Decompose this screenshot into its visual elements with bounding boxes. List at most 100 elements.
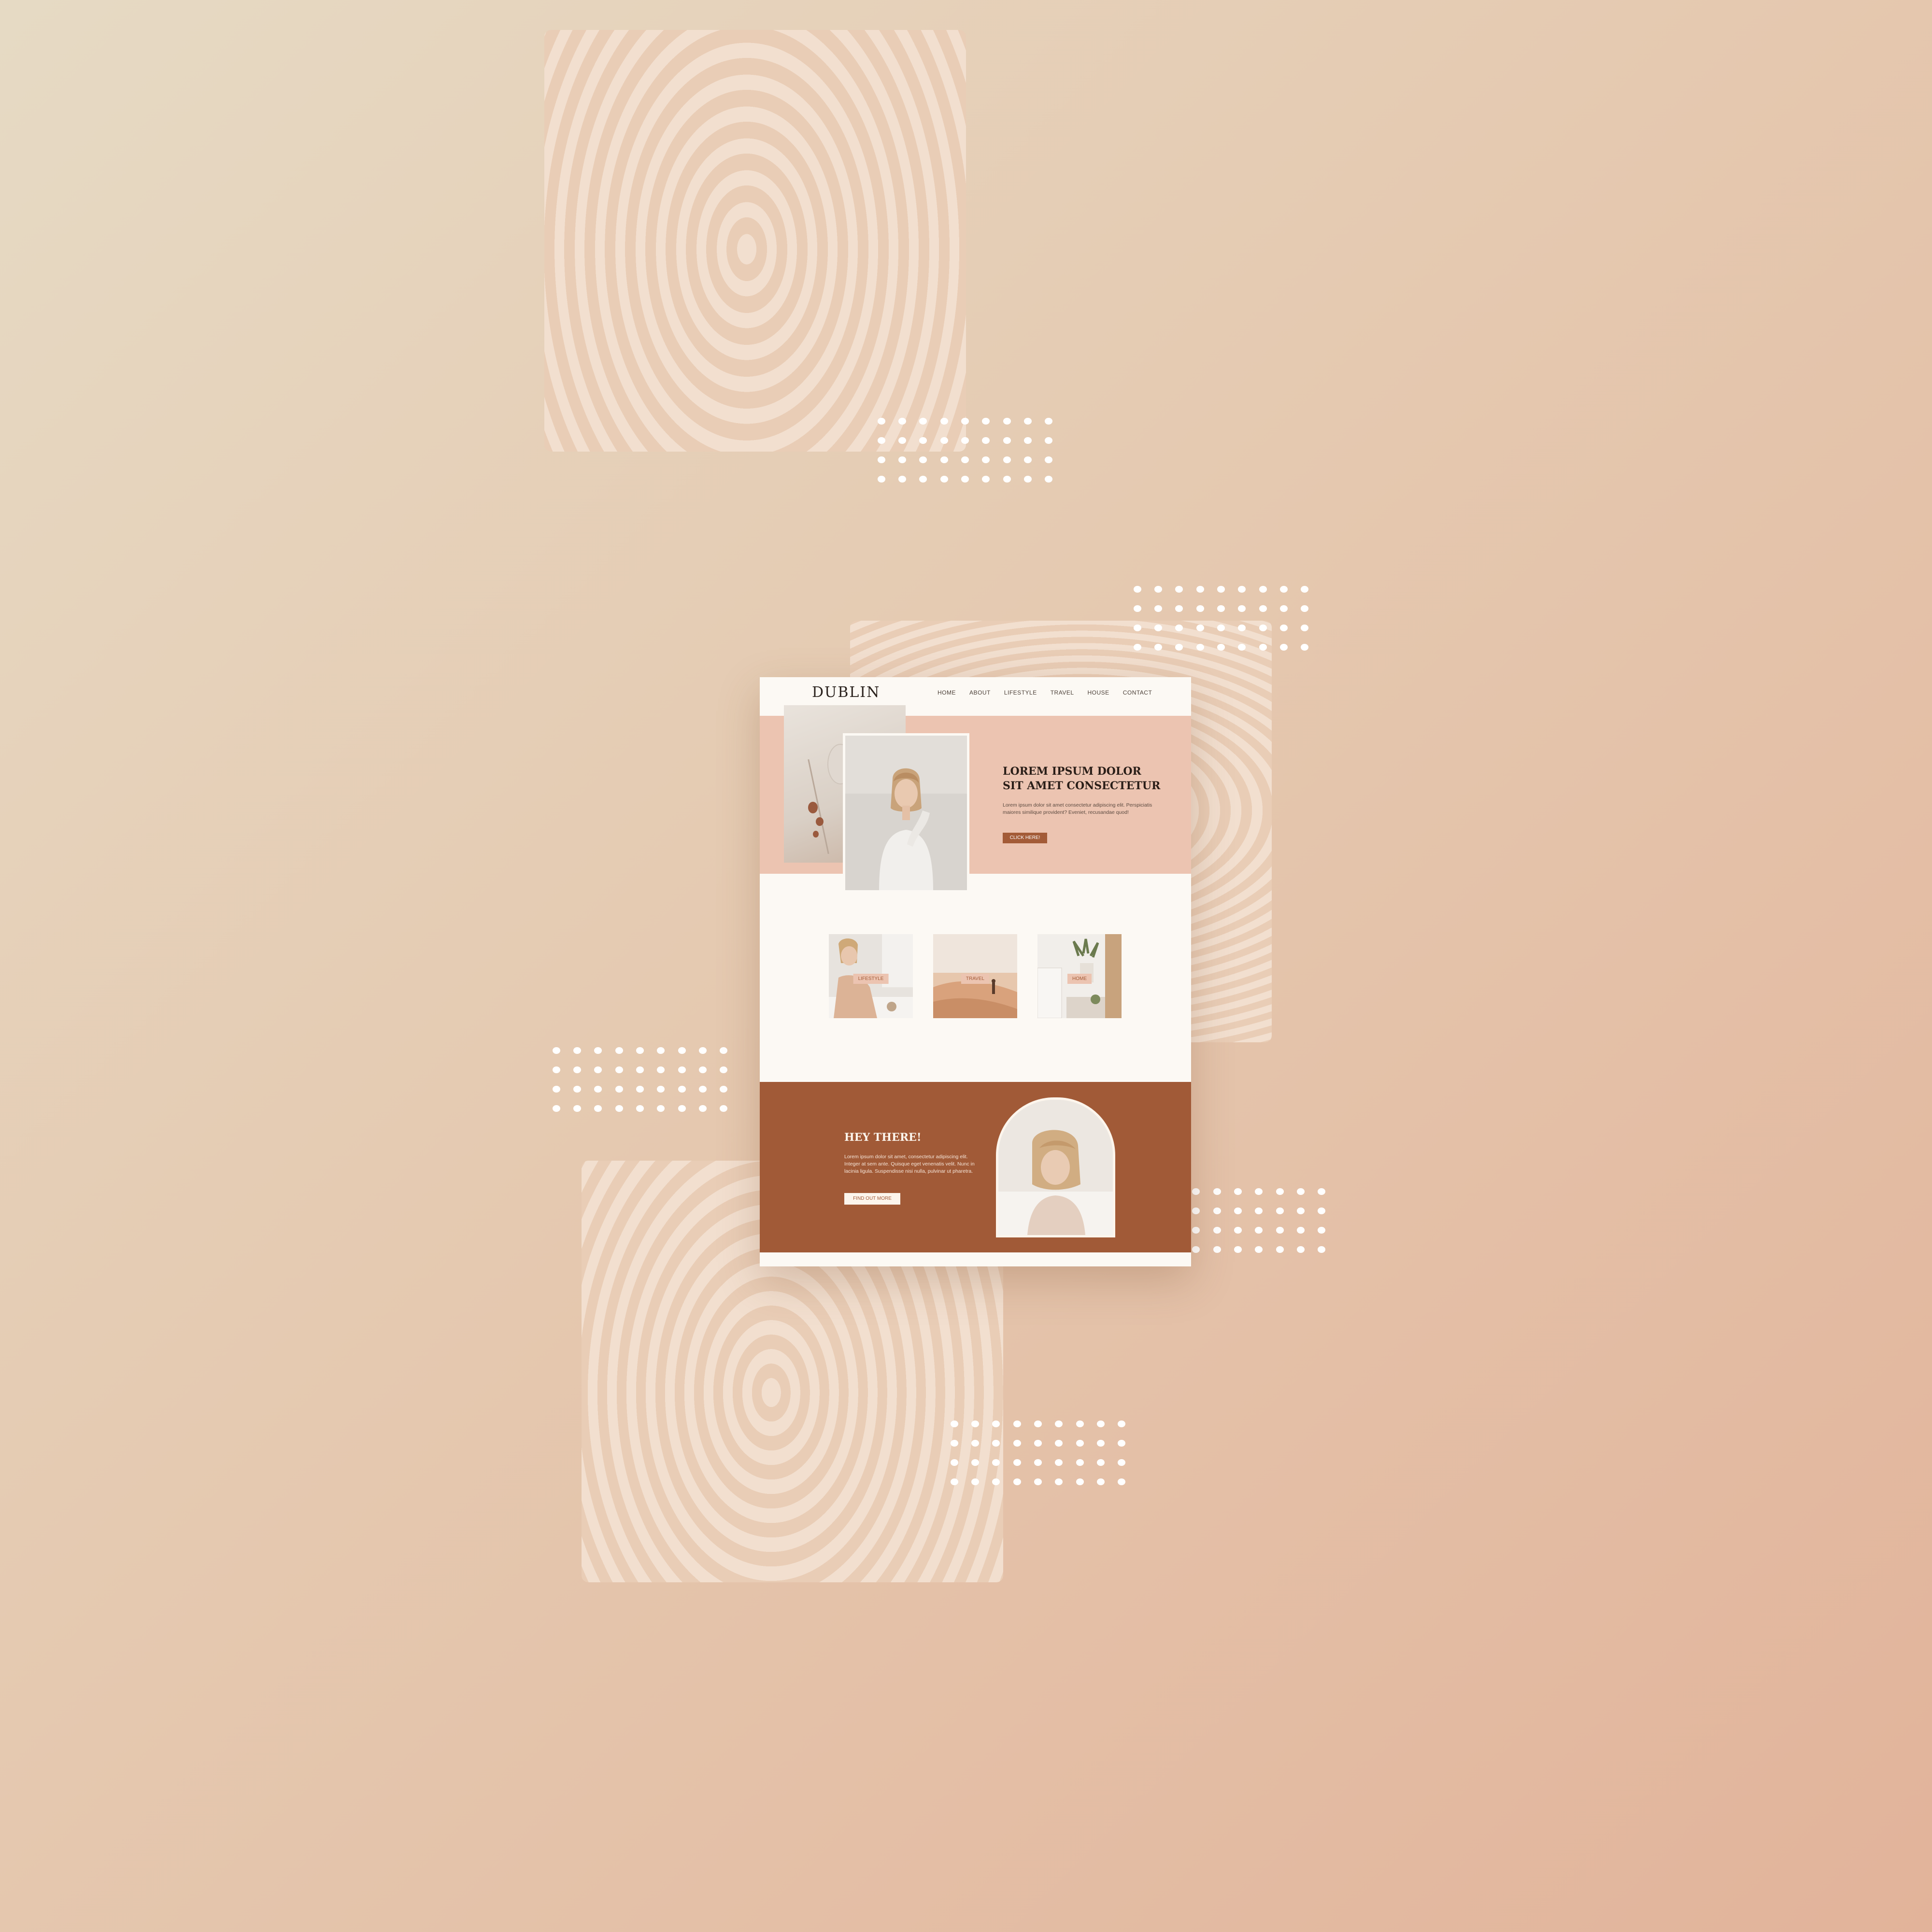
- dot: [877, 418, 885, 425]
- dot: [1259, 625, 1267, 631]
- dot: [1196, 625, 1204, 631]
- dot: [1279, 625, 1288, 631]
- dot: [1276, 1246, 1284, 1253]
- dot: [1213, 1208, 1221, 1214]
- dot-grid-3: [546, 1041, 734, 1118]
- dot: [1192, 1188, 1200, 1195]
- dot: [982, 437, 990, 444]
- dot: [1296, 1188, 1305, 1195]
- dot: [573, 1105, 581, 1112]
- dot: [1217, 605, 1225, 612]
- dot: [1259, 586, 1267, 593]
- dot: [1196, 605, 1204, 612]
- category-label-home[interactable]: HOME: [1067, 974, 1092, 984]
- nav-about[interactable]: ABOUT: [969, 689, 991, 696]
- dot: [919, 437, 927, 444]
- dot: [1003, 437, 1011, 444]
- dot: [1096, 1440, 1105, 1447]
- dot: [940, 418, 948, 425]
- nav-links: HOME ABOUT LIFESTYLE TRAVEL HOUSE CONTAC…: [938, 689, 1152, 696]
- dot: [1023, 456, 1032, 463]
- dot: [657, 1105, 665, 1112]
- dot: [1034, 1478, 1042, 1485]
- nav-travel[interactable]: TRAVEL: [1051, 689, 1074, 696]
- dot-grid-1: [871, 412, 1059, 489]
- dot: [1034, 1459, 1042, 1466]
- site-logo[interactable]: DUBLIN: [812, 684, 880, 701]
- dot: [950, 1440, 958, 1447]
- dot: [698, 1047, 707, 1054]
- dot: [552, 1105, 560, 1112]
- dot: [961, 456, 969, 463]
- dot: [1234, 1208, 1242, 1214]
- dot: [636, 1086, 644, 1093]
- nav-lifestyle[interactable]: LIFESTYLE: [1004, 689, 1037, 696]
- dot: [1013, 1459, 1021, 1466]
- hero-heading: LOREM IPSUM DOLOR SIT AMET CONSECTETUR: [1003, 765, 1161, 792]
- dot: [877, 456, 885, 463]
- category-label-travel[interactable]: TRAVEL: [961, 974, 990, 984]
- nav-home[interactable]: HOME: [938, 689, 956, 696]
- dot: [1133, 586, 1141, 593]
- dot: [1154, 586, 1162, 593]
- dot: [1296, 1208, 1305, 1214]
- dot: [1196, 644, 1204, 651]
- woman-arch-illustration: [998, 1100, 1113, 1235]
- dot: [615, 1047, 623, 1054]
- category-home-tile[interactable]: HOME: [1037, 934, 1122, 1018]
- category-travel-tile[interactable]: TRAVEL: [933, 934, 1017, 1018]
- dot: [573, 1047, 581, 1054]
- dot: [1238, 644, 1246, 651]
- dot: [877, 437, 885, 444]
- dot: [552, 1086, 560, 1093]
- dot: [971, 1478, 979, 1485]
- dot: [615, 1105, 623, 1112]
- dot: [1013, 1478, 1021, 1485]
- dot: [1154, 644, 1162, 651]
- dot: [898, 418, 906, 425]
- about-section: HEY THERE! Lorem ipsum dolor sit amet, c…: [760, 1082, 1191, 1252]
- dot: [1192, 1246, 1200, 1253]
- dot: [1296, 1227, 1305, 1234]
- dot: [594, 1047, 602, 1054]
- dot: [1023, 437, 1032, 444]
- dot: [720, 1066, 728, 1073]
- nav-contact[interactable]: CONTACT: [1123, 689, 1152, 696]
- dot: [1217, 586, 1225, 593]
- dot: [1118, 1459, 1126, 1466]
- dot: [1217, 625, 1225, 631]
- dot: [720, 1105, 728, 1112]
- woman-portrait-illustration: [845, 736, 967, 890]
- dot: [1175, 644, 1183, 651]
- dot-grid-5: [944, 1414, 1132, 1492]
- dot: [1234, 1246, 1242, 1253]
- dot: [1217, 644, 1225, 651]
- find-out-more-button[interactable]: FIND OUT MORE: [844, 1193, 900, 1205]
- dot: [1213, 1227, 1221, 1234]
- click-here-button[interactable]: CLICK HERE!: [1003, 833, 1047, 843]
- dot: [950, 1478, 958, 1485]
- nav-house[interactable]: HOUSE: [1088, 689, 1109, 696]
- dot: [898, 456, 906, 463]
- dot: [961, 437, 969, 444]
- dot: [573, 1066, 581, 1073]
- dot: [1296, 1246, 1305, 1253]
- dot: [898, 476, 906, 483]
- dot: [898, 437, 906, 444]
- dot: [1055, 1459, 1063, 1466]
- dot: [1301, 625, 1309, 631]
- dot: [1118, 1440, 1126, 1447]
- category-lifestyle-tile[interactable]: LIFESTYLE: [829, 934, 913, 1018]
- dot: [992, 1478, 1000, 1485]
- dot: [940, 476, 948, 483]
- dot: [1259, 644, 1267, 651]
- dot: [1154, 605, 1162, 612]
- about-paragraph: Lorem ipsum dolor sit amet, consectetur …: [844, 1154, 975, 1174]
- dot: [698, 1086, 707, 1093]
- dot: [636, 1066, 644, 1073]
- dot: [1234, 1188, 1242, 1195]
- dot: [982, 476, 990, 483]
- dot: [657, 1047, 665, 1054]
- category-label-lifestyle[interactable]: LIFESTYLE: [853, 974, 889, 984]
- dot: [1175, 625, 1183, 631]
